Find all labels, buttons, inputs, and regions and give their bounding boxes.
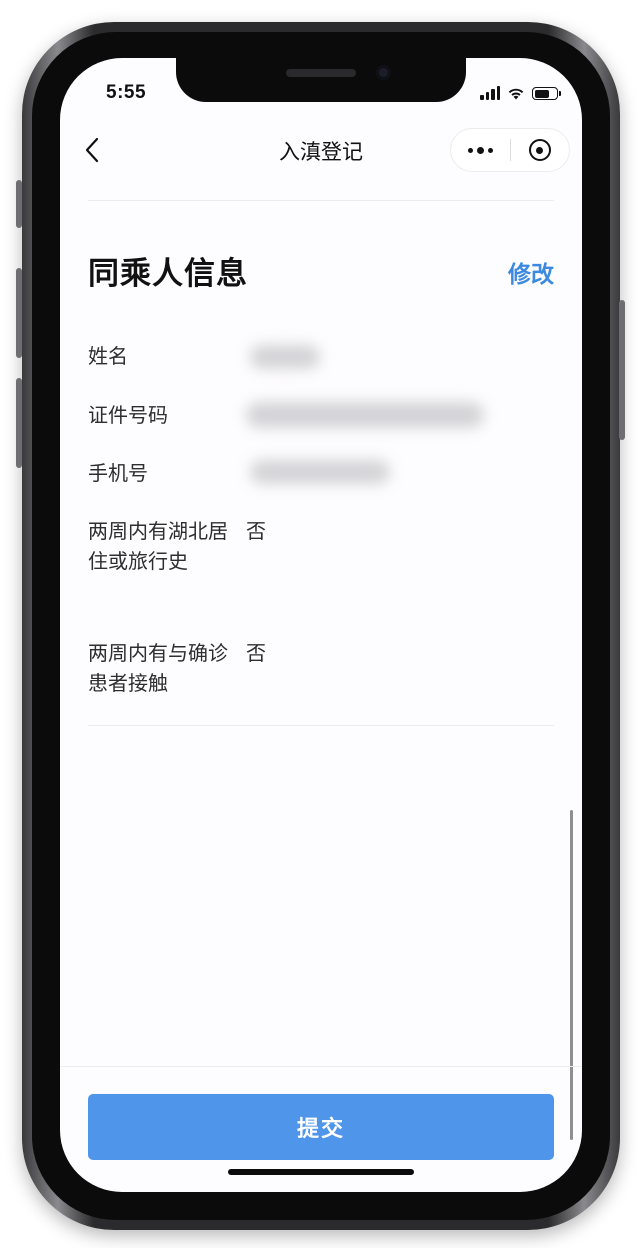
home-indicator[interactable] [228,1169,414,1175]
edit-button[interactable]: 修改 [508,255,554,289]
volume-down-button [16,378,22,468]
front-camera [376,65,391,80]
miniprogram-capsule [450,128,570,172]
field-label-id-number: 证件号码 [88,403,168,427]
redacted-name-value [250,345,320,369]
status-time: 5:55 [106,82,147,103]
notch [176,58,466,102]
scrollbar[interactable] [570,810,573,1140]
power-button [619,300,625,440]
field-label-hubei-history: 两周内有湖北居住或旅行史 [88,519,228,573]
more-dots-icon [467,147,473,153]
wifi-icon [507,86,525,100]
signal-icon [480,86,500,100]
submit-button[interactable]: 提交 [88,1094,554,1160]
screen: 5:55 入滇登记 同乘人信息 修改 姓名 证件号码 手机号 两周内有湖北居住或… [60,58,582,1192]
divider [88,725,554,726]
field-value-contact-history: 否 [246,641,266,665]
status-icons [480,84,561,100]
earpiece-speaker [286,69,356,77]
nav-bar: 入滇登记 [60,126,582,174]
volume-up-button [16,268,22,358]
field-label-phone: 手机号 [88,461,148,485]
mute-switch [16,180,22,228]
redacted-id-value [246,402,484,428]
footer-divider [60,1066,582,1067]
close-miniprogram-button[interactable] [511,129,570,171]
section-title: 同乘人信息 [88,256,248,292]
battery-icon [532,87,561,100]
field-label-contact-history: 两周内有与确诊患者接触 [88,641,228,695]
divider [88,200,554,201]
redacted-phone-value [250,460,390,484]
field-value-hubei-history: 否 [246,519,266,543]
field-label-name: 姓名 [88,344,128,368]
more-button[interactable] [451,129,510,171]
close-target-icon [528,139,551,161]
